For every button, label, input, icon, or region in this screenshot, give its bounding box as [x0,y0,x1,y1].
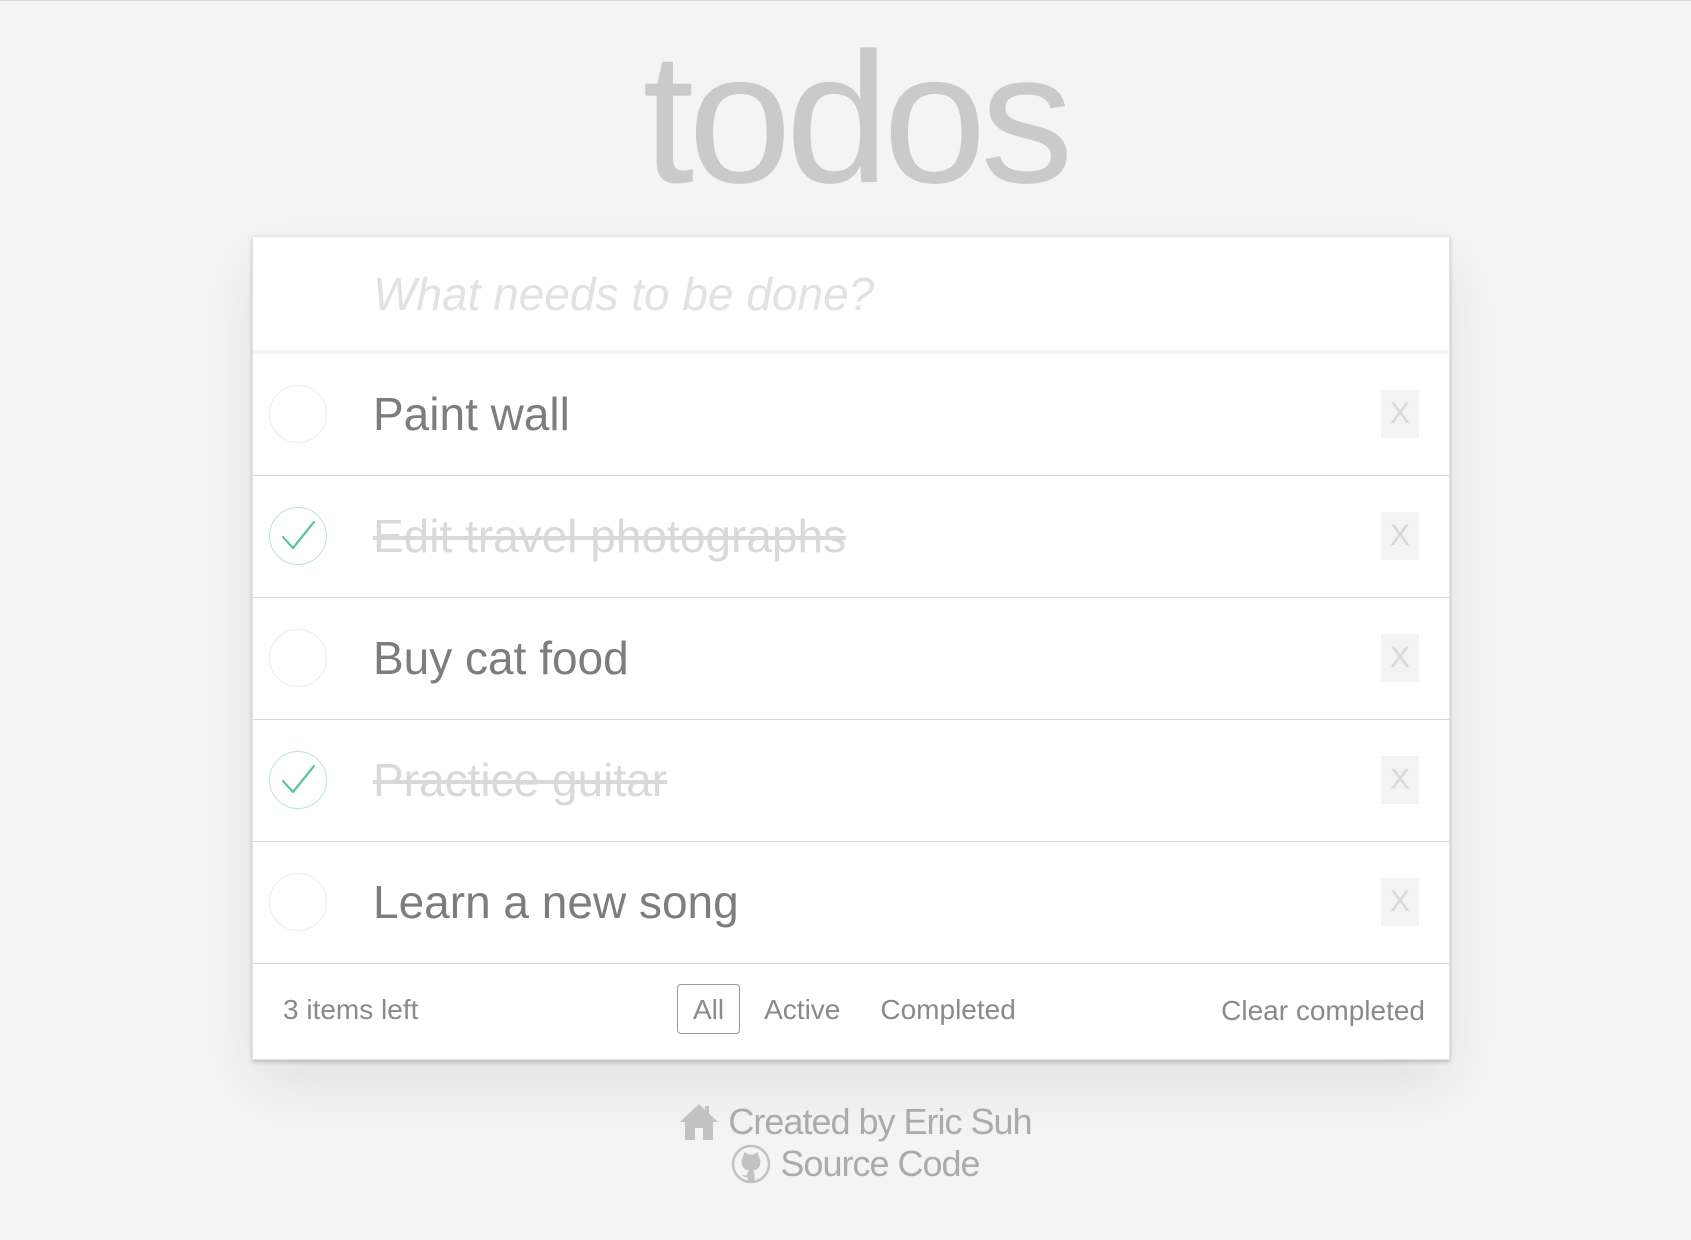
todo-item: Paint wall X [253,354,1449,476]
todo-item: Edit travel photographs X [253,476,1449,598]
checkmark-icon [281,520,316,550]
todo-label[interactable]: Buy cat food [373,598,629,718]
todo-label[interactable]: Edit travel photographs [373,476,846,596]
github-icon [730,1144,772,1184]
todo-item: Practice guitar X [253,720,1449,842]
filter-active[interactable]: Active [748,984,856,1034]
toggle-checkbox[interactable] [269,751,327,809]
todo-app: Paint wall X Edit travel photographs X B… [252,236,1450,1060]
toggle-checkbox[interactable] [269,507,327,565]
source-code-link[interactable]: Source Code [780,1143,980,1185]
delete-todo-button[interactable]: X [1381,756,1419,804]
new-todo-input[interactable] [373,237,1413,350]
todo-item: Learn a new song X [253,842,1449,964]
new-todo-row [253,237,1449,354]
todo-list: Paint wall X Edit travel photographs X B… [253,354,1449,964]
filter-tabs: All Active Completed [677,984,1040,1034]
todo-footer: 3 items left All Active Completed Clear … [253,964,1449,1059]
clear-completed-button[interactable]: Clear completed [1221,964,1425,1058]
delete-todo-button[interactable]: X [1381,512,1419,560]
author-link[interactable]: Created by Eric Suh [728,1101,1032,1143]
todo-item: Buy cat food X [253,598,1449,720]
delete-todo-button[interactable]: X [1381,634,1419,682]
todo-label[interactable]: Practice guitar [373,720,667,840]
filter-completed[interactable]: Completed [864,984,1031,1034]
credits: Created by Eric Suh Source Code [0,1101,1691,1185]
author-credit: Created by Eric Suh [0,1101,1691,1143]
delete-todo-button[interactable]: X [1381,390,1419,438]
home-icon [678,1102,720,1142]
checkmark-icon [281,764,316,794]
todo-label[interactable]: Paint wall [373,354,570,474]
delete-todo-button[interactable]: X [1381,878,1419,926]
source-credit: Source Code [0,1143,1691,1185]
toggle-checkbox[interactable] [269,629,327,687]
todo-label[interactable]: Learn a new song [373,842,739,962]
toggle-checkbox[interactable] [269,873,327,931]
filter-all[interactable]: All [677,984,741,1034]
app-title: todos [642,15,1073,222]
items-left-count: 3 items left [283,994,419,1025]
toggle-checkbox[interactable] [269,385,327,443]
